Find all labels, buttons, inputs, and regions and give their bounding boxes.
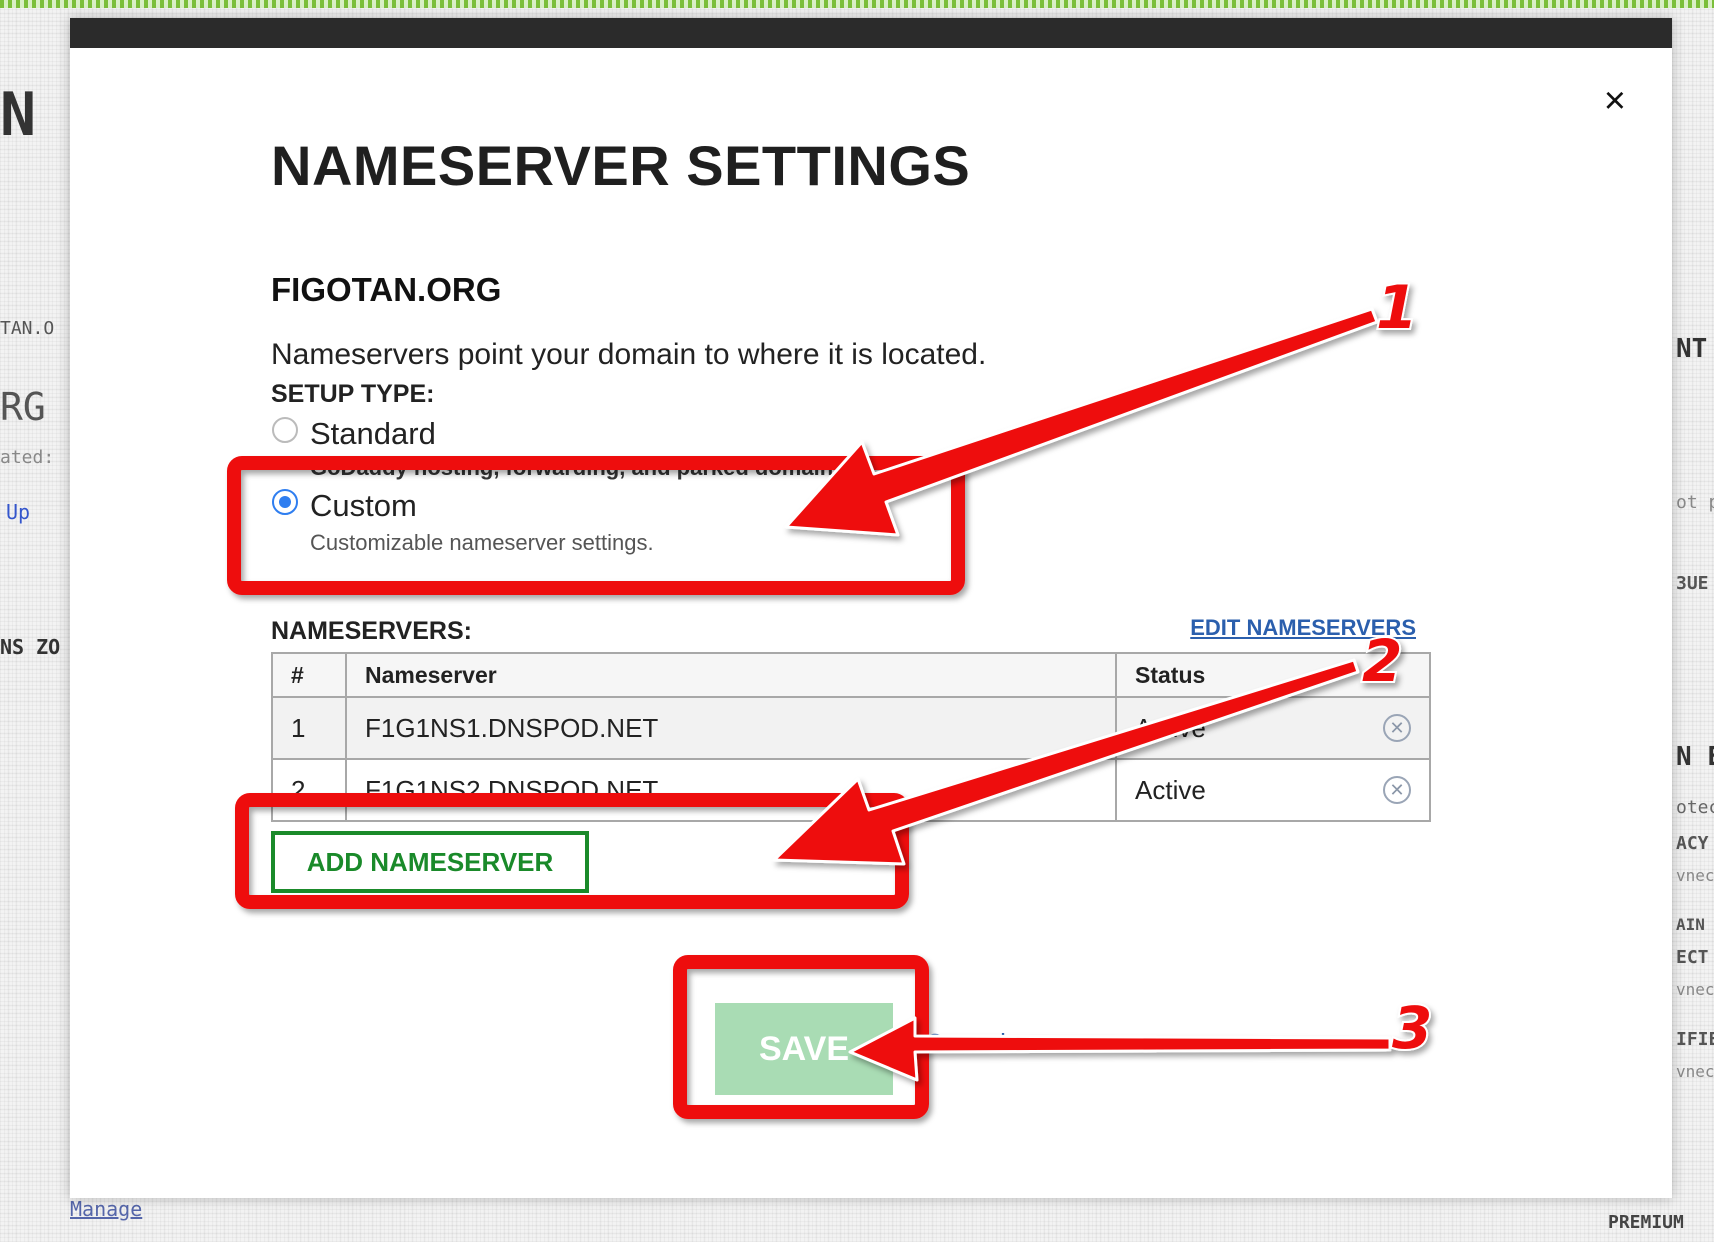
modal-description: Nameservers point your domain to where i…: [271, 338, 987, 371]
bg-fragment: N E: [1676, 742, 1714, 772]
table-row: 2 F1G1NS2.DNSPOD.NET Active ✕: [271, 758, 1431, 822]
bg-fragment: vnec: [1676, 980, 1714, 999]
table-header-row: # Nameserver Status: [271, 652, 1431, 698]
modal-header-bar: [70, 18, 1672, 48]
bg-fragment: TAN.O: [0, 318, 55, 339]
header-status: Status: [1115, 652, 1431, 698]
row-status-cell: Active ✕: [1115, 696, 1431, 760]
save-button[interactable]: SAVE: [715, 1003, 893, 1095]
bg-fragment: RG: [0, 385, 46, 429]
bg-fragment: NS ZO: [0, 635, 61, 659]
page-top-border: [0, 0, 1714, 8]
nameserver-table: # Nameserver Status 1 F1G1NS1.DNSPOD.NET…: [271, 652, 1431, 822]
bg-fragment: ECT: [1676, 947, 1709, 968]
nameservers-label: NAMESERVERS:: [271, 617, 472, 645]
x-circle-icon[interactable]: ✕: [1383, 776, 1411, 804]
custom-option-label[interactable]: Custom: [310, 488, 417, 524]
edit-nameservers-link[interactable]: EDIT NAMESERVERS: [1190, 615, 1416, 641]
bg-fragment: ot p: [1676, 492, 1714, 513]
bg-fragment: vnec: [1676, 866, 1714, 885]
header-number: #: [271, 652, 347, 698]
standard-radio[interactable]: [272, 417, 298, 443]
bg-fragment[interactable]: Manage: [70, 1197, 142, 1221]
modal-title: NAMESERVER SETTINGS: [271, 134, 971, 197]
setup-type-label: SETUP TYPE:: [271, 380, 435, 408]
nameserver-settings-modal: × NAMESERVER SETTINGS FIGOTAN.ORG Namese…: [70, 18, 1672, 1198]
bg-fragment: AIN: [1676, 915, 1705, 934]
bg-fragment: 3UE: [1676, 573, 1709, 594]
add-nameserver-button[interactable]: ADD NAMESERVER: [271, 831, 589, 893]
standard-option-label[interactable]: Standard: [310, 416, 436, 452]
bg-fragment: NT: [1676, 334, 1708, 364]
row-status: Active: [1135, 712, 1206, 743]
row-status: Active: [1135, 774, 1206, 805]
custom-radio[interactable]: [272, 489, 298, 515]
row-nameserver: F1G1NS1.DNSPOD.NET: [345, 696, 1117, 760]
table-row: 1 F1G1NS1.DNSPOD.NET Active ✕: [271, 696, 1431, 760]
x-circle-icon[interactable]: ✕: [1383, 714, 1411, 742]
domain-name: FIGOTAN.ORG: [271, 271, 502, 308]
row-number: 2: [271, 758, 347, 822]
cancel-link[interactable]: Cancel: [925, 1028, 1006, 1059]
standard-option-description: GoDaddy hosting, forwarding, and parked …: [310, 455, 834, 480]
bg-fragment: otec: [1676, 797, 1714, 818]
bg-fragment: ACY: [1676, 833, 1709, 854]
custom-option-description: Customizable nameserver settings.: [310, 530, 654, 555]
row-nameserver: F1G1NS2.DNSPOD.NET: [345, 758, 1117, 822]
header-nameserver: Nameserver: [345, 652, 1117, 698]
close-icon[interactable]: ×: [1604, 82, 1626, 120]
row-status-cell: Active ✕: [1115, 758, 1431, 822]
bg-fragment: PREMIUM: [1608, 1212, 1684, 1233]
bg-fragment: vnec: [1676, 1062, 1714, 1081]
bg-fragment[interactable]: Up: [6, 500, 30, 524]
bg-fragment: IFIE: [1676, 1029, 1714, 1050]
row-number: 1: [271, 696, 347, 760]
bg-fragment: ated:: [0, 447, 55, 468]
